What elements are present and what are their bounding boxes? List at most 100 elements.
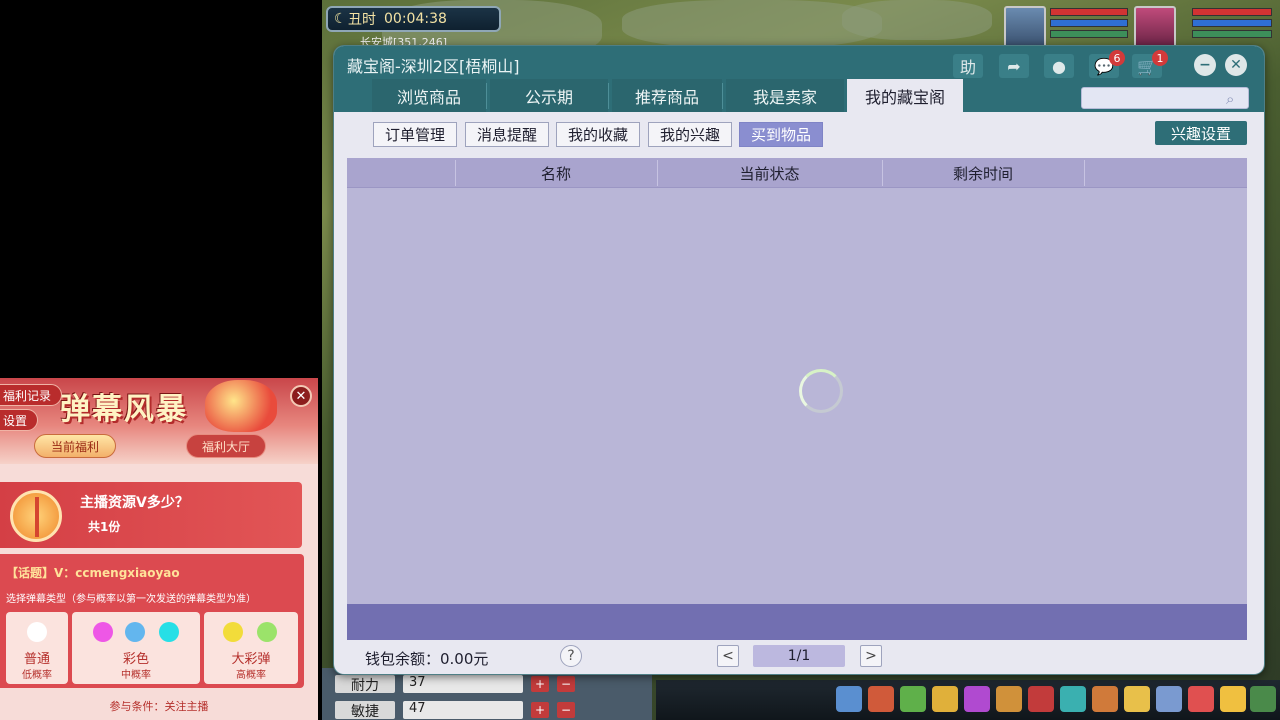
danmaku-type-color[interactable]: 彩色 中概率 — [72, 612, 200, 684]
minus-button[interactable]: − — [557, 676, 575, 692]
participation-condition: 参与条件：关注主播 — [109, 700, 209, 713]
stat-value: 37 — [403, 675, 523, 693]
search-field[interactable]: ⌕ — [1081, 87, 1249, 109]
column-status[interactable]: 当前状态 — [657, 158, 882, 188]
pet-status-bars — [1050, 8, 1128, 41]
green-dot-icon — [257, 622, 277, 642]
prev-page-button[interactable]: < — [717, 645, 739, 667]
hotbar-slot[interactable] — [900, 686, 926, 712]
hotbar-slot[interactable] — [1092, 686, 1118, 712]
subtab-interests[interactable]: 我的兴趣 — [648, 122, 732, 147]
danmaku-type-big[interactable]: 大彩弹 高概率 — [204, 612, 298, 684]
stat-label: 敏捷 — [335, 701, 395, 720]
hotbar-slot[interactable] — [1156, 686, 1182, 712]
search-input[interactable] — [1082, 89, 1222, 109]
window-title: 藏宝阁-深圳2区[梧桐山] — [347, 57, 520, 76]
danmaku-type-normal[interactable]: 普通 低概率 — [6, 612, 68, 684]
next-page-button[interactable]: > — [860, 645, 882, 667]
hotbar-slot[interactable] — [1124, 686, 1150, 712]
danmaku-panel: 弹幕风暴 福利记录 设置 ✕ 当前福利 福利大厅 主播资源V多少？ 共1份 【话… — [0, 378, 318, 720]
message-badge: 6 — [1109, 50, 1125, 66]
column-name[interactable]: 名称 — [455, 158, 657, 188]
tab-my-pavilion[interactable]: 我的藏宝阁 — [847, 79, 963, 112]
gift-title: 主播资源V多少？ — [80, 495, 189, 511]
plus-button[interactable]: + — [531, 702, 549, 718]
panel-logo: 弹幕风暴 — [60, 392, 188, 427]
plus-button[interactable]: + — [531, 676, 549, 692]
type-name: 彩色 — [122, 652, 149, 667]
yellow-dot-icon — [223, 622, 243, 642]
subtab-orders[interactable]: 订单管理 — [373, 122, 457, 147]
help-icon[interactable]: ? — [560, 645, 582, 667]
hotbar-slot[interactable] — [964, 686, 990, 712]
column-time-left[interactable]: 剩余时间 — [882, 158, 1084, 188]
close-icon[interactable]: ✕ — [1225, 54, 1247, 76]
hotbar-slot[interactable] — [868, 686, 894, 712]
stat-row: 耐力 37 + − — [335, 674, 595, 694]
hotbar-slot[interactable] — [932, 686, 958, 712]
screen: ☾ 丑时 00:04:38 长安城[351,246] 耐力 37 + − 敏捷 … — [0, 0, 1280, 720]
tab-seller[interactable]: 我是卖家 — [726, 79, 844, 112]
topic-text: 【话题】V：ccmengxiaoyao — [6, 566, 180, 580]
hotbar-slot[interactable] — [836, 686, 862, 712]
settings-button[interactable]: 设置 — [0, 409, 39, 431]
table-header: 名称 当前状态 剩余时间 — [347, 158, 1247, 188]
pager-bar: 钱包余额：0.00元 ? < 1/1 > — [334, 642, 1264, 674]
help-button[interactable]: 助 — [953, 54, 983, 78]
search-icon[interactable]: ⌕ — [1226, 90, 1244, 108]
subtab-messages[interactable]: 消息提醒 — [465, 122, 549, 147]
cart-badge: 1 — [1152, 50, 1168, 66]
danmaku-type-hint: 选择弹幕类型（参与概率以第一次发送的弹幕类型为准） — [6, 594, 256, 605]
share-icon[interactable]: ➦ — [999, 54, 1029, 78]
page-indicator: 1/1 — [753, 645, 845, 667]
hotbar-slot[interactable] — [1188, 686, 1214, 712]
record-icon[interactable]: ● — [1044, 54, 1074, 78]
subtab-purchased[interactable]: 买到物品 — [739, 122, 823, 147]
rewards-record-button[interactable]: 福利记录 — [0, 384, 63, 406]
message-icon[interactable]: 💬 6 — [1089, 50, 1125, 78]
panel-header: 弹幕风暴 福利记录 设置 ✕ 当前福利 福利大厅 — [0, 378, 318, 464]
cart-icon[interactable]: 🛒 1 — [1132, 50, 1168, 78]
topic-card: 【话题】V：ccmengxiaoyao 选择弹幕类型（参与概率以第一次发送的弹幕… — [0, 554, 304, 688]
subtab-favorites[interactable]: 我的收藏 — [556, 122, 640, 147]
help-label: 助 — [959, 58, 976, 77]
hotbar-slot[interactable] — [1060, 686, 1086, 712]
tab-public[interactable]: 公示期 — [490, 79, 608, 112]
gift-count: 共1份 — [88, 520, 121, 534]
pet-portrait[interactable] — [1004, 6, 1046, 48]
loading-spinner-icon — [799, 369, 843, 413]
gift-card[interactable]: 主播资源V多少？ 共1份 — [0, 482, 302, 548]
hotbar-slot[interactable] — [1250, 686, 1276, 712]
type-name: 大彩弹 — [231, 652, 271, 667]
blue-dot-icon — [125, 622, 145, 642]
cyan-dot-icon — [159, 622, 179, 642]
stat-value: 47 — [403, 701, 523, 719]
items-table: 名称 当前状态 剩余时间 — [347, 158, 1247, 640]
lion-dance-icon — [205, 380, 277, 432]
tab-current-rewards[interactable]: 当前福利 — [34, 434, 116, 458]
close-icon[interactable]: ✕ — [290, 385, 312, 407]
type-name: 普通 — [23, 652, 50, 667]
minimize-icon[interactable]: − — [1194, 54, 1216, 76]
player-portrait[interactable] — [1134, 6, 1176, 48]
table-footer — [347, 604, 1247, 640]
tab-rewards-hall[interactable]: 福利大厅 — [186, 434, 266, 458]
hotbar-slot[interactable] — [996, 686, 1022, 712]
title-bar: 藏宝阁-深圳2区[梧桐山] 助 ➦ ● 💬 6 🛒 1 − ✕ 浏览商品 公示期 推… — [334, 46, 1264, 112]
minus-button[interactable]: − — [557, 702, 575, 718]
gift-box-icon — [10, 490, 62, 542]
type-rate: 低概率 — [22, 670, 52, 681]
tab-browse[interactable]: 浏览商品 — [372, 79, 486, 112]
tab-recommended[interactable]: 推荐商品 — [612, 79, 722, 112]
game-clock: ☾ 丑时 00:04:38 — [326, 6, 501, 32]
interest-settings-button[interactable]: 兴趣设置 — [1155, 121, 1247, 145]
wallet-balance: 钱包余额：0.00元 — [365, 650, 489, 668]
hotbar-slot[interactable] — [1028, 686, 1054, 712]
stat-label: 耐力 — [335, 675, 395, 694]
clock-text: 00:04:38 — [384, 11, 447, 27]
hotbar-slot[interactable] — [1220, 686, 1246, 712]
player-status-bars — [1192, 8, 1272, 41]
game-hotbar — [656, 680, 1280, 720]
stat-row: 敏捷 47 + − — [335, 700, 595, 720]
treasure-pavilion-window: 藏宝阁-深圳2区[梧桐山] 助 ➦ ● 💬 6 🛒 1 − ✕ 浏览商品 公示期 推… — [334, 46, 1264, 674]
